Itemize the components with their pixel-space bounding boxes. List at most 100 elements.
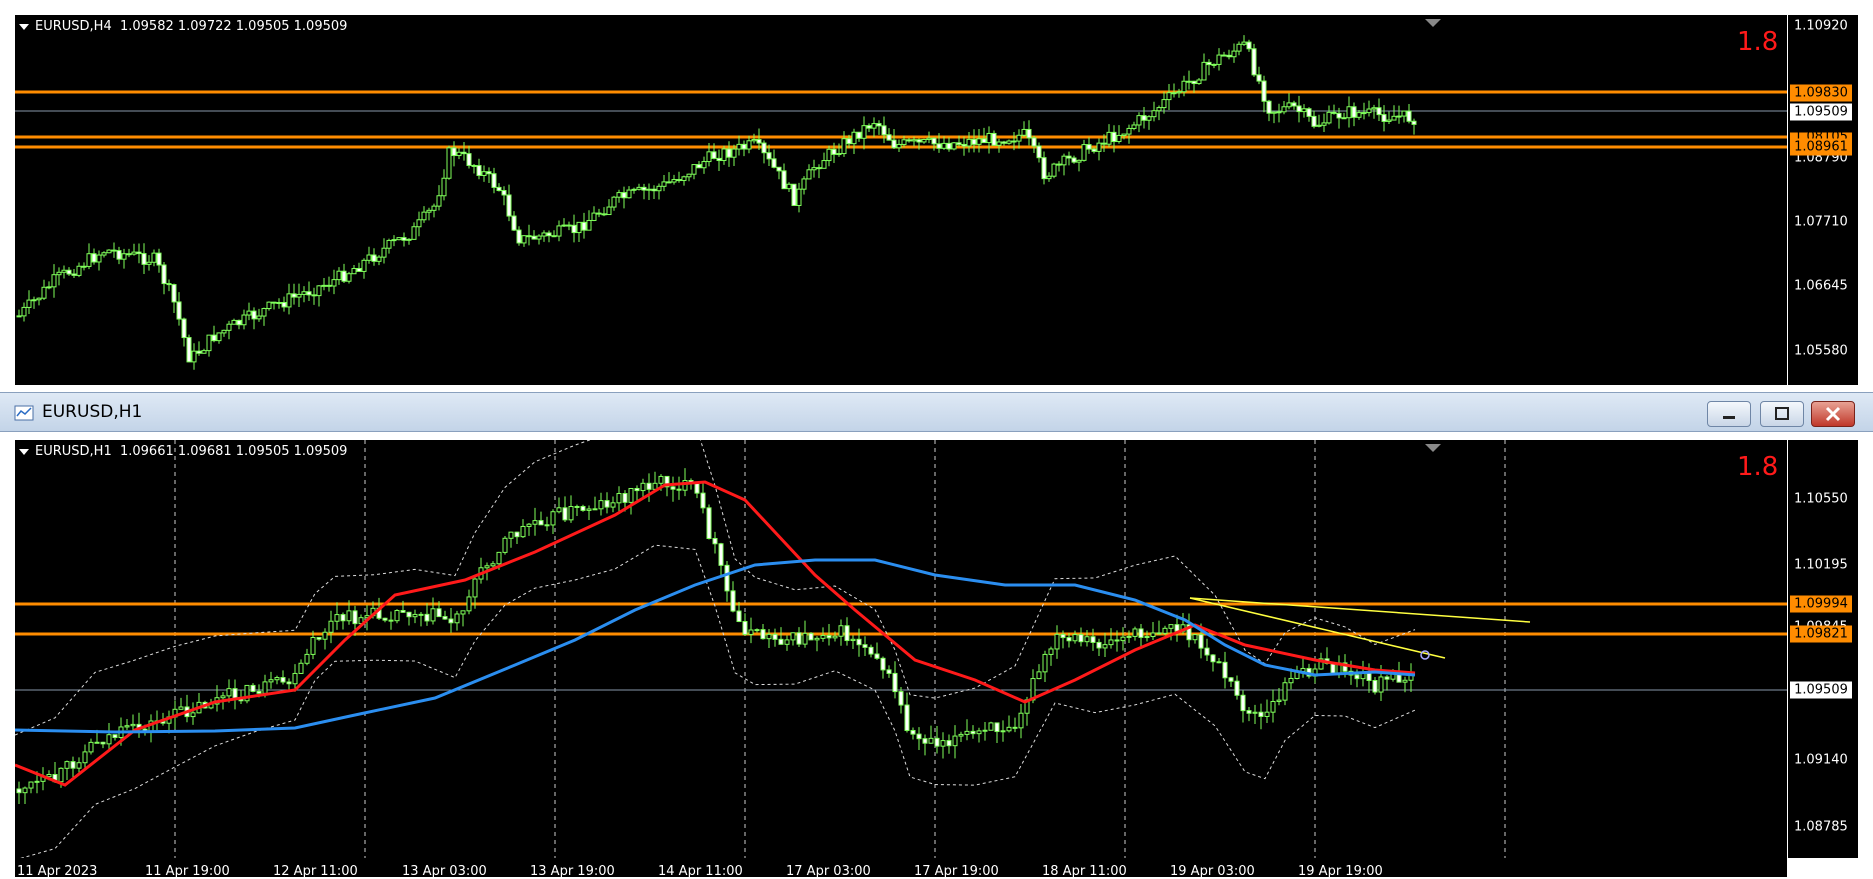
candle-body bbox=[181, 318, 187, 339]
candle-body bbox=[901, 139, 907, 145]
candle-body bbox=[791, 183, 797, 206]
candle-body bbox=[256, 315, 262, 320]
candle-body bbox=[186, 337, 192, 363]
candle-body bbox=[31, 299, 37, 302]
candle-body bbox=[996, 141, 1002, 146]
candle-body bbox=[836, 153, 842, 156]
candle-body bbox=[476, 165, 482, 176]
candle-body bbox=[502, 537, 508, 553]
candle-body bbox=[201, 350, 207, 354]
candle-body bbox=[760, 629, 766, 640]
candle-body bbox=[1406, 110, 1412, 122]
chart-window-icon bbox=[14, 405, 34, 421]
candle-body bbox=[216, 332, 222, 342]
candle-body bbox=[571, 224, 577, 234]
candle-body bbox=[1271, 111, 1277, 114]
candle-body bbox=[336, 270, 342, 281]
candle-body bbox=[946, 142, 952, 150]
candle-body bbox=[718, 543, 724, 566]
candle-body bbox=[1391, 115, 1397, 121]
h4-price-scale[interactable]: 1.10920 1.08790 1.07710 1.06645 1.05580 … bbox=[1788, 15, 1858, 385]
candle-body bbox=[311, 294, 317, 297]
candle-body bbox=[906, 139, 912, 142]
candle-body bbox=[1270, 701, 1276, 713]
candle-body bbox=[646, 188, 652, 191]
candle-body bbox=[1111, 131, 1117, 143]
h1-time-scale[interactable]: 11 Apr 2023 11 Apr 19:00 12 Apr 11:00 13… bbox=[15, 858, 1787, 879]
candle-body bbox=[1366, 108, 1372, 114]
candle-body bbox=[1078, 634, 1084, 643]
candle-body bbox=[896, 143, 902, 149]
candle-body bbox=[76, 265, 82, 276]
h4-chart-canvas[interactable]: EURUSD,H4 1.09582 1.09722 1.09505 1.0950… bbox=[15, 15, 1787, 385]
candle-body bbox=[1131, 124, 1137, 129]
candle-body bbox=[292, 672, 298, 685]
collapse-triangle-icon[interactable] bbox=[19, 448, 29, 455]
candle-body bbox=[22, 787, 28, 794]
candle-body bbox=[16, 315, 22, 318]
candle-body bbox=[754, 629, 760, 632]
candle-body bbox=[490, 563, 496, 567]
candle-body bbox=[671, 179, 677, 183]
candle-body bbox=[446, 147, 452, 179]
candle-body bbox=[1411, 120, 1417, 125]
candle-body bbox=[341, 270, 347, 282]
maximize-button[interactable] bbox=[1760, 401, 1804, 427]
h4-chart-window[interactable]: EURUSD,H4 1.09582 1.09722 1.09505 1.0950… bbox=[0, 0, 1873, 392]
candle-body bbox=[591, 212, 597, 221]
h4-symbol-info: EURUSD,H4 1.09582 1.09722 1.09505 1.0950… bbox=[19, 19, 347, 34]
candle-body bbox=[334, 614, 340, 622]
candle-body bbox=[892, 672, 898, 693]
candle-body bbox=[521, 235, 527, 244]
candle-body bbox=[1096, 142, 1102, 152]
h1-window-titlebar[interactable]: EURUSD,H1 bbox=[0, 392, 1873, 432]
candle-body bbox=[1316, 124, 1322, 127]
candle-body bbox=[771, 158, 777, 168]
candle-body bbox=[531, 235, 537, 240]
candle-body bbox=[1168, 624, 1174, 629]
candle-body bbox=[232, 688, 238, 700]
candle-body bbox=[911, 139, 917, 142]
minimize-button[interactable] bbox=[1707, 401, 1751, 427]
candle-body bbox=[76, 762, 82, 769]
candle-body bbox=[1000, 730, 1006, 733]
collapse-triangle-icon[interactable] bbox=[19, 23, 29, 30]
candle-body bbox=[91, 253, 97, 263]
candle-body bbox=[1256, 74, 1262, 82]
candle-body bbox=[706, 151, 712, 163]
candle-body bbox=[838, 625, 844, 637]
candle-body bbox=[16, 788, 22, 794]
candle-body bbox=[116, 250, 122, 260]
candle-body bbox=[716, 157, 722, 162]
close-button[interactable] bbox=[1811, 401, 1855, 427]
candle-body bbox=[881, 125, 887, 136]
candle-body bbox=[94, 741, 100, 744]
candle-body bbox=[641, 186, 647, 191]
candle-body bbox=[496, 551, 502, 565]
h1-chart-window[interactable]: EURUSD,H1 1.09661 1.09681 1.09505 1.0950… bbox=[0, 432, 1873, 879]
candle-body bbox=[322, 631, 328, 640]
candle-body bbox=[326, 284, 332, 287]
candle-body bbox=[88, 741, 94, 753]
candle-body bbox=[826, 634, 832, 639]
candle-body bbox=[986, 132, 992, 144]
candle-body bbox=[651, 188, 657, 192]
candle-body bbox=[1018, 712, 1024, 729]
candle-body bbox=[1198, 634, 1204, 649]
price-label: 1.08785 bbox=[1794, 819, 1848, 835]
candle-body bbox=[784, 639, 790, 645]
h1-price-scale[interactable]: 1.10550 1.10195 1.09845 1.09140 1.08785 … bbox=[1788, 440, 1858, 858]
candle-body bbox=[700, 492, 706, 509]
candle-body bbox=[106, 249, 112, 254]
candle-body bbox=[886, 669, 892, 674]
candle-body bbox=[850, 638, 856, 642]
candle-body bbox=[161, 264, 167, 285]
moving-average-blue bbox=[15, 558, 1416, 734]
h1-chart-canvas[interactable]: EURUSD,H1 1.09661 1.09681 1.09505 1.0950… bbox=[15, 440, 1787, 858]
candle-body bbox=[952, 735, 958, 747]
candle-body bbox=[366, 254, 372, 261]
candle-body bbox=[130, 723, 136, 727]
candle-body bbox=[610, 502, 616, 508]
candle-body bbox=[1216, 54, 1222, 65]
candle-body bbox=[1166, 92, 1172, 101]
